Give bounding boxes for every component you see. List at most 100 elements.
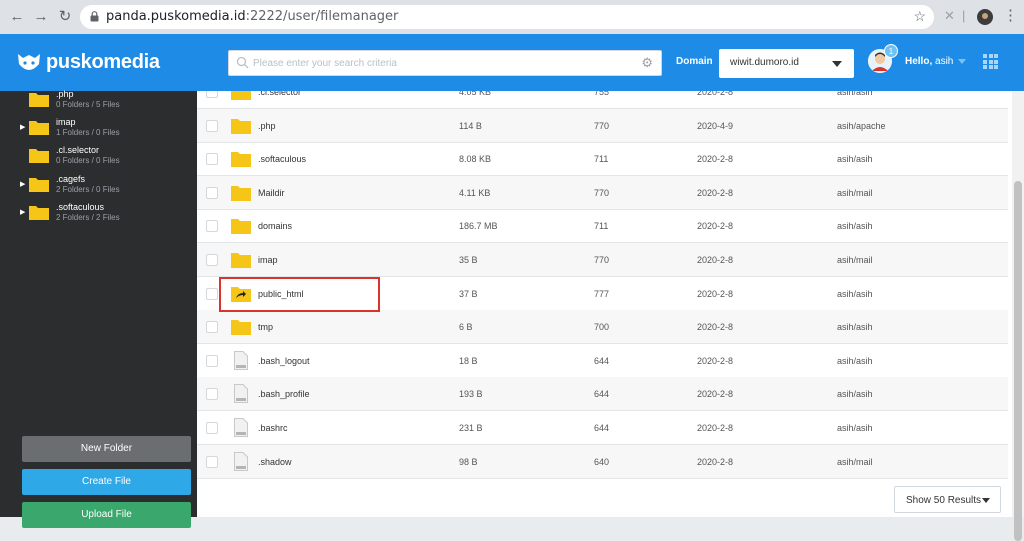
folder-icon [29, 121, 49, 135]
notification-badge[interactable]: 1 [884, 44, 898, 58]
file-name[interactable]: tmp [258, 322, 273, 332]
file-name[interactable]: .shadow [258, 457, 292, 467]
file-permission: 770 [594, 187, 610, 198]
row-checkbox[interactable] [206, 220, 218, 233]
file-date: 2020-4-9 [697, 120, 734, 131]
tree-item[interactable]: ▶ .cagefs 2 Folders / 0 Files [20, 174, 190, 200]
tree-item[interactable]: ▶ .softaculous 2 Folders / 2 Files [20, 202, 190, 228]
file-permission: 770 [594, 120, 610, 131]
file-permission: 777 [594, 288, 610, 299]
row-checkbox[interactable] [206, 287, 218, 300]
file-permission: 711 [594, 154, 609, 165]
file-owner: asih/apache [837, 120, 886, 131]
folder-icon [29, 93, 49, 107]
tree-item[interactable]: .php 0 Folders / 5 Files [20, 89, 190, 115]
file-icon [234, 418, 248, 437]
file-date: 2020-2-8 [697, 154, 734, 165]
tree-item[interactable]: ▶ imap 1 Folders / 0 Files [20, 117, 190, 143]
file-owner: asih/asih [837, 221, 873, 232]
file-permission: 755 [594, 91, 610, 97]
file-owner: asih/mail [837, 187, 873, 198]
table-row[interactable]: tmp 6 B 700 2020-2-8 asih/asih [197, 310, 1008, 345]
file-date: 2020-2-8 [697, 187, 734, 198]
file-name[interactable]: .bash_logout [258, 356, 310, 366]
table-row[interactable]: imap 35 B 770 2020-2-8 asih/mail [197, 243, 1008, 277]
file-name[interactable]: imap [258, 255, 278, 265]
search-box[interactable]: ⚙ [228, 50, 662, 76]
search-icon [236, 56, 249, 69]
table-row[interactable]: .cl.selector 4.05 KB 755 2020-2-8 asih/asih [197, 91, 1008, 109]
results-per-page-select[interactable]: Show 50 Results [894, 486, 1001, 513]
file-name[interactable]: domains [258, 221, 292, 231]
expand-arrow-icon[interactable]: ▶ [20, 123, 25, 131]
chevron-down-icon [982, 498, 990, 503]
domain-select-value: wiwit.dumoro.id [730, 57, 799, 68]
search-settings-gear-icon[interactable]: ⚙ [641, 55, 653, 71]
file-date: 2020-2-8 [697, 355, 734, 366]
row-checkbox[interactable] [206, 119, 218, 132]
file-size: 18 B [459, 355, 478, 366]
domain-select[interactable]: wiwit.dumoro.id [719, 49, 854, 78]
table-row[interactable]: .shadow 98 B 640 2020-2-8 asih/mail [197, 444, 1008, 479]
file-name[interactable]: .bash_profile [258, 389, 310, 399]
profile-icon[interactable] [976, 8, 994, 26]
menu-kebab-icon[interactable]: ⋮ [1003, 6, 1018, 24]
row-checkbox[interactable] [206, 91, 218, 98]
file-size: 231 B [459, 423, 483, 433]
table-row[interactable]: domains 186.7 MB 711 2020-2-8 asih/asih [197, 209, 1008, 244]
reload-icon[interactable]: ↻ [56, 8, 74, 26]
tree-item-meta: 1 Folders / 0 Files [56, 128, 120, 137]
file-name[interactable]: .softaculous [258, 154, 306, 164]
user-greeting[interactable]: Hello, asih [905, 56, 953, 67]
file-name[interactable]: Maildir [258, 188, 285, 198]
search-input[interactable] [253, 55, 633, 72]
table-row[interactable]: .bashrc 231 B 644 2020-2-8 asih/asih [197, 411, 1008, 445]
table-row[interactable]: .php 114 B 770 2020-4-9 asih/apache [197, 108, 1008, 143]
new-folder-button[interactable]: New Folder [22, 436, 191, 462]
file-owner: asih/asih [837, 423, 873, 433]
row-checkbox[interactable] [206, 354, 218, 367]
tree-item[interactable]: .cl.selector 0 Folders / 0 Files [20, 145, 190, 171]
expand-arrow-icon[interactable]: ▶ [20, 208, 25, 216]
upload-file-button[interactable]: Upload File [22, 502, 191, 528]
scrollbar[interactable] [1012, 91, 1024, 541]
tree-item-meta: 2 Folders / 0 Files [56, 185, 120, 194]
file-name[interactable]: .php [258, 121, 276, 131]
file-permission: 711 [594, 221, 609, 232]
row-checkbox[interactable] [206, 422, 218, 434]
row-checkbox[interactable] [206, 254, 218, 266]
scrollbar-thumb[interactable] [1014, 181, 1022, 541]
table-row[interactable]: Maildir 4.11 KB 770 2020-2-8 asih/mail [197, 175, 1008, 210]
folder-tree-sidebar: .php 0 Folders / 5 Files ▶ imap 1 Folder… [0, 89, 197, 528]
row-checkbox[interactable] [206, 388, 218, 401]
user-menu-chevron-icon[interactable] [958, 59, 966, 64]
file-permission: 644 [594, 423, 610, 433]
folder-icon [231, 152, 251, 168]
address-bar[interactable]: panda.puskomedia.id:2222/user/filemanage… [80, 5, 934, 29]
apps-grid-icon[interactable] [983, 54, 998, 69]
file-name[interactable]: .bashrc [258, 423, 288, 433]
tree-item-name: .cagefs [56, 174, 86, 184]
file-date: 2020-2-8 [697, 423, 734, 433]
row-checkbox[interactable] [206, 186, 218, 199]
file-size: 193 B [459, 389, 483, 400]
bookmark-star-icon[interactable]: ☆ [913, 8, 926, 25]
row-checkbox[interactable] [206, 455, 218, 468]
file-owner: asih/asih [837, 322, 873, 333]
forward-arrow-icon[interactable]: → [32, 8, 50, 26]
extension-x-icon[interactable]: ✕ [944, 8, 955, 24]
table-row[interactable]: .softaculous 8.08 KB 711 2020-2-8 asih/asih [197, 142, 1008, 177]
table-row[interactable]: .bash_logout 18 B 644 2020-2-8 asih/asih [197, 344, 1008, 378]
back-arrow-icon[interactable]: ← [8, 8, 26, 26]
expand-arrow-icon[interactable]: ▶ [20, 180, 25, 188]
file-date: 2020-2-8 [697, 255, 734, 265]
table-row[interactable]: .bash_profile 193 B 644 2020-2-8 asih/asih [197, 377, 1008, 412]
row-checkbox[interactable] [206, 321, 218, 334]
brand-logo[interactable]: puskomedia [16, 49, 160, 75]
chevron-down-icon [832, 61, 842, 67]
file-owner: asih/mail [837, 456, 873, 467]
file-name[interactable]: .cl.selector [258, 91, 301, 97]
browser-toolbar: ← → ↻ panda.puskomedia.id:2222/user/file… [0, 0, 1024, 34]
row-checkbox[interactable] [206, 153, 218, 166]
create-file-button[interactable]: Create File [22, 469, 191, 495]
